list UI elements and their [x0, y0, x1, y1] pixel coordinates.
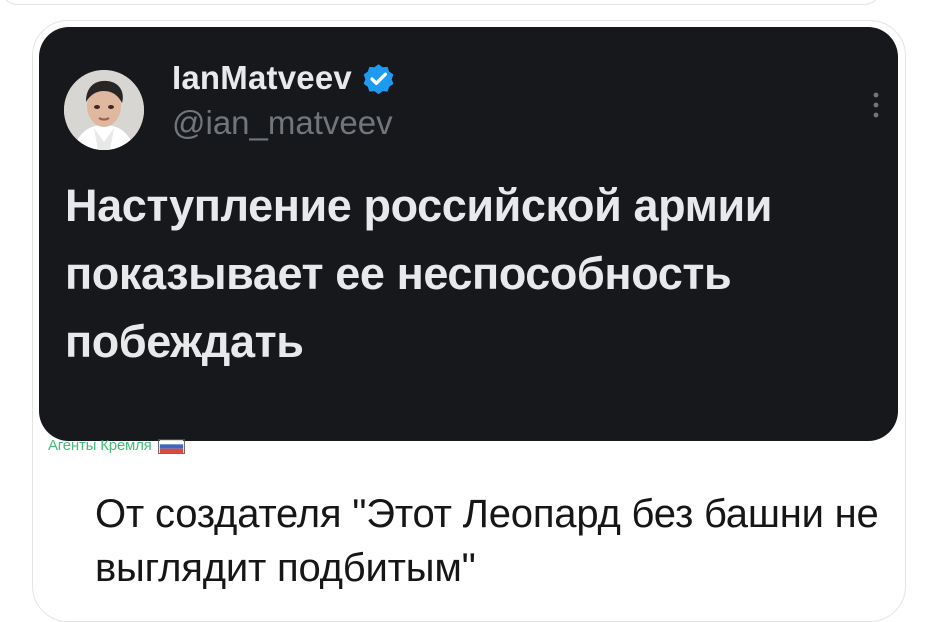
- watermark-text: Агенты Кремля: [48, 437, 152, 454]
- verified-badge-icon: [363, 63, 394, 94]
- author-avatar: [64, 70, 144, 150]
- author-name-row: IanMatveev: [172, 58, 395, 98]
- post-card[interactable]: IanMatveev @ian_matveev Наступление росс…: [32, 20, 906, 622]
- post-caption: От создателя "Этот Леопард без башни не …: [95, 492, 879, 590]
- tweet-screenshot-image[interactable]: IanMatveev @ian_matveev Наступление росс…: [39, 27, 898, 441]
- tweet-text: Наступление российской армии показывает …: [65, 180, 773, 367]
- author-name[interactable]: IanMatveev: [172, 59, 352, 97]
- channel-watermark: Агенты Кремля: [48, 437, 185, 455]
- avatar-portrait-icon: [64, 70, 144, 150]
- russia-flag-icon: [157, 438, 185, 454]
- author-handle[interactable]: @ian_matveev: [172, 103, 393, 143]
- more-options-icon[interactable]: [870, 90, 882, 120]
- previous-post-card-edge: [0, 0, 882, 5]
